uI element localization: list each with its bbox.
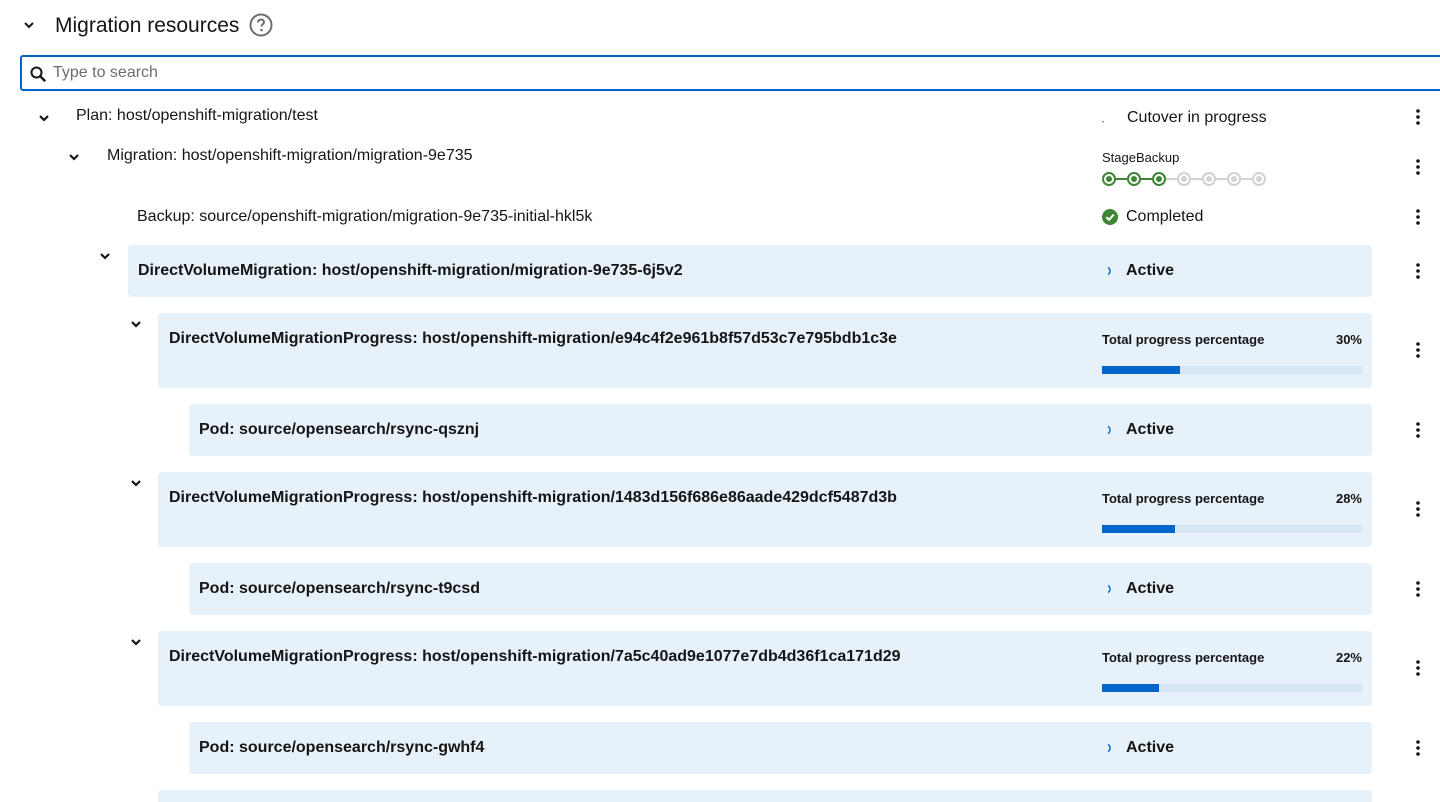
stepper-connector (1216, 178, 1227, 180)
kebab-icon (1416, 501, 1420, 517)
migration-stepper (1102, 172, 1272, 186)
step-pending (1202, 172, 1216, 186)
progress-bar-fill (1102, 684, 1160, 692)
section-collapse-toggle[interactable] (18, 14, 40, 36)
step-completed (1127, 172, 1141, 186)
step-pending (1227, 172, 1241, 186)
plan-actions-menu[interactable] (1410, 106, 1426, 128)
pod-status: Active (1102, 578, 1174, 600)
backup-status: Completed (1102, 206, 1203, 228)
dvmp-label: DirectVolumeMigrationProgress: host/open… (169, 648, 901, 665)
spinner-icon (1102, 581, 1118, 597)
plan-status-text: Cutover in progress (1127, 109, 1267, 126)
dvm-expand-toggle[interactable] (95, 246, 115, 266)
stepper-connector (1166, 178, 1177, 180)
kebab-icon (1416, 422, 1420, 438)
stepper-connector (1116, 178, 1127, 180)
progress-bar-fill (1102, 366, 1180, 374)
progress-bar (1102, 525, 1362, 533)
kebab-icon (1416, 159, 1420, 175)
pod-status: Active (1102, 419, 1174, 441)
migration-label: Migration: host/openshift-migration/migr… (107, 147, 473, 164)
pod-label: Pod: source/opensearch/rsync-qsznj (199, 421, 480, 438)
migration-step-label: StageBackup (1102, 150, 1180, 165)
progress-label: Total progress percentage (1102, 332, 1265, 347)
pod-actions-menu[interactable] (1410, 578, 1426, 600)
chevron-down-icon (39, 115, 49, 122)
plan-label: Plan: host/openshift-migration/test (76, 107, 318, 124)
spinner-icon (1102, 422, 1118, 438)
chevron-down-icon (24, 22, 34, 29)
stepper-connector (1191, 178, 1202, 180)
dvm-status-text: Active (1126, 262, 1175, 279)
kebab-icon (1416, 660, 1420, 676)
search-box (20, 55, 1440, 91)
pod-status-text: Active (1126, 580, 1175, 597)
pod-status-text: Active (1126, 739, 1175, 756)
pod-status-text: Active (1126, 421, 1175, 438)
dvmp-label: DirectVolumeMigrationProgress: host/open… (169, 489, 897, 506)
step-pending (1177, 172, 1191, 186)
pod-actions-menu[interactable] (1410, 419, 1426, 441)
progress-bar (1102, 366, 1362, 374)
dvmp-actions-menu[interactable] (1410, 498, 1426, 520)
dvm-label: DirectVolumeMigration: host/openshift-mi… (138, 262, 683, 279)
dvmp-card-partial (158, 790, 1372, 802)
pod-label: Pod: source/opensearch/rsync-t9csd (199, 580, 480, 597)
progress-label: Total progress percentage (1102, 650, 1265, 665)
progress-percent: 28% (1335, 491, 1362, 506)
backup-status-text: Completed (1126, 208, 1204, 225)
backup-actions-menu[interactable] (1410, 206, 1426, 228)
spinner-icon (1102, 263, 1118, 279)
section-title: Migration resources (55, 14, 240, 37)
kebab-icon (1416, 342, 1420, 358)
progress-percent: 22% (1335, 650, 1362, 665)
dvmp-card (158, 472, 1372, 547)
pod-label: Pod: source/opensearch/rsync-gwhf4 (199, 739, 485, 756)
kebab-icon (1416, 209, 1420, 225)
search-icon (30, 66, 46, 82)
kebab-icon (1416, 263, 1420, 279)
kebab-icon (1416, 740, 1420, 756)
dvmp-expand-toggle[interactable] (126, 632, 146, 652)
spinner-icon (1102, 740, 1118, 756)
dvmp-expand-toggle[interactable] (126, 314, 146, 334)
dvmp-card (158, 631, 1372, 706)
migration-expand-toggle[interactable] (64, 147, 84, 167)
kebab-icon (1416, 109, 1420, 125)
chevron-down-icon (131, 321, 141, 328)
pod-status: Active (1102, 737, 1174, 759)
dvmp-actions-menu[interactable] (1410, 339, 1426, 361)
step-completed (1102, 172, 1116, 186)
chevron-down-icon (100, 253, 110, 260)
backup-label: Backup: source/openshift-migration/migra… (137, 208, 593, 225)
dvmp-actions-menu[interactable] (1410, 657, 1426, 679)
check-circle-icon (1102, 209, 1118, 225)
progress-percent: 30% (1335, 332, 1362, 347)
step-completed (1152, 172, 1166, 186)
dvmp-expand-toggle[interactable] (126, 473, 146, 493)
chevron-down-icon (131, 480, 141, 487)
stepper-connector (1141, 178, 1152, 180)
dvm-status: Active (1102, 260, 1174, 282)
step-pending (1252, 172, 1266, 186)
chevron-down-icon (69, 154, 79, 161)
kebab-icon (1416, 581, 1420, 597)
help-icon[interactable] (249, 13, 273, 37)
dvmp-label: DirectVolumeMigrationProgress: host/open… (169, 330, 897, 347)
spinner-icon (1100, 110, 1116, 126)
plan-status: Cutover in progress (1100, 107, 1267, 129)
chevron-down-icon (131, 639, 141, 646)
progress-label: Total progress percentage (1102, 491, 1265, 506)
search-input[interactable] (53, 57, 1413, 89)
pod-actions-menu[interactable] (1410, 737, 1426, 759)
stepper-connector (1241, 178, 1252, 180)
dvm-actions-menu[interactable] (1410, 260, 1426, 282)
progress-bar-fill (1102, 525, 1175, 533)
plan-expand-toggle[interactable] (34, 108, 54, 128)
migration-actions-menu[interactable] (1410, 156, 1426, 178)
progress-bar (1102, 684, 1362, 692)
dvmp-card (158, 313, 1372, 388)
